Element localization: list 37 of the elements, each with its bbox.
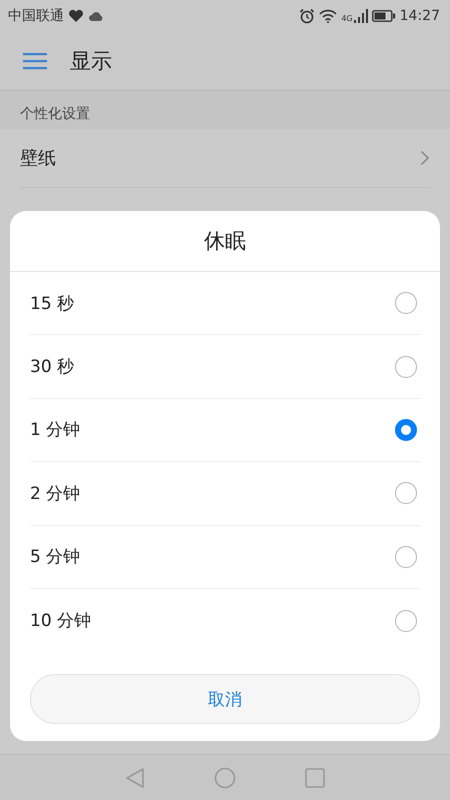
wifi-icon xyxy=(319,9,338,23)
battery-icon xyxy=(372,10,396,22)
option-row[interactable]: 2 分钟 xyxy=(30,462,420,526)
back-icon[interactable] xyxy=(124,766,145,788)
home-icon[interactable] xyxy=(214,766,236,788)
screen-title: 显示 xyxy=(70,48,112,75)
carrier-name: 中国联通 xyxy=(8,7,64,25)
clock-time: 14:27 xyxy=(400,8,440,24)
option-label: 1 分钟 xyxy=(30,419,80,442)
option-label: 30 秒 xyxy=(30,356,74,378)
menu-icon[interactable] xyxy=(23,52,47,70)
option-label: 10 分钟 xyxy=(30,610,92,632)
radio-button[interactable] xyxy=(395,292,417,314)
network-label: 4G xyxy=(341,14,353,23)
setting-label[interactable]: 壁纸 xyxy=(20,146,56,170)
option-row[interactable]: 1 分钟 xyxy=(30,398,420,462)
option-row[interactable]: 10 分钟 xyxy=(30,588,420,652)
heart-icon xyxy=(68,9,84,23)
option-label: 2 分钟 xyxy=(30,482,80,505)
radio-button[interactable] xyxy=(395,356,417,378)
option-label: 5 分钟 xyxy=(30,546,80,568)
chevron-icon xyxy=(420,150,430,166)
cancel-button[interactable]: 取消 xyxy=(30,674,420,724)
radio-button[interactable] xyxy=(395,482,417,504)
signal-icon xyxy=(354,9,368,23)
section-header: 个性化设置 xyxy=(0,91,450,129)
radio-button[interactable] xyxy=(395,418,417,441)
cloud-icon xyxy=(88,10,104,22)
radio-button[interactable] xyxy=(395,610,417,632)
option-row[interactable]: 30 秒 xyxy=(30,335,420,399)
dialog-title: 休眠 xyxy=(10,211,440,272)
radio-button[interactable] xyxy=(395,546,417,568)
option-label: 15 秒 xyxy=(30,292,74,315)
option-row[interactable]: 5 分钟 xyxy=(30,526,420,589)
option-row[interactable]: 15 秒 xyxy=(30,272,420,336)
recents-icon[interactable] xyxy=(305,768,326,788)
alarm-icon xyxy=(299,8,316,24)
